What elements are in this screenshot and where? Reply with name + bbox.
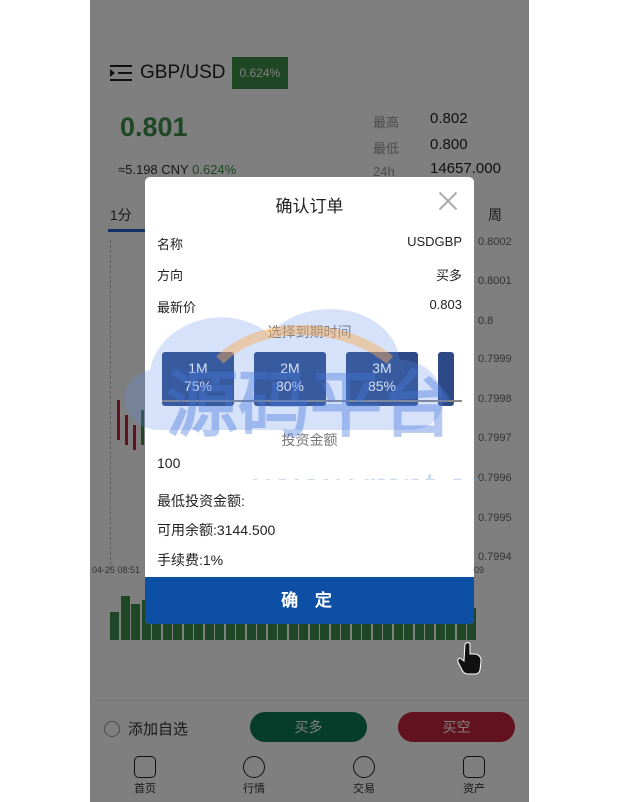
option-rate: 85% (367, 378, 397, 394)
row-direction-label: 方向 (157, 268, 184, 283)
row-direction-value: 买多 (435, 268, 462, 283)
row-price-value: 0.803 (429, 297, 462, 312)
option-duration: 2M (280, 360, 300, 376)
row-price-label: 最新价 (157, 300, 197, 315)
expiry-options[interactable]: 1M 75% 2M 80% 3M 85% (162, 352, 474, 410)
close-icon[interactable] (438, 191, 458, 211)
row-name-label: 名称 (157, 237, 184, 252)
left-margin (0, 0, 90, 802)
amount-input[interactable]: 100 (157, 455, 180, 471)
expiry-option-2m[interactable]: 2M 80% (254, 352, 326, 406)
min-invest: 最低投资金额: (157, 493, 245, 509)
expiry-option-partial[interactable] (438, 352, 454, 406)
row-latest-price: 最新价 0.803 (157, 297, 462, 316)
options-scrollbar[interactable] (162, 400, 462, 402)
pointer-hand-icon (457, 642, 482, 675)
fee: 手续费:1% (157, 552, 224, 568)
option-rate: 75% (183, 378, 213, 394)
amount-title: 投资金额 (281, 432, 338, 448)
option-duration: 1M (188, 360, 208, 376)
confirm-order-modal: 确认订单 名称 USDGBP 方向 买多 最新价 0.803 选择到期时间 1M… (145, 177, 474, 624)
modal-title: 确认订单 (275, 197, 344, 216)
confirm-button[interactable]: 确 定 (145, 577, 474, 624)
row-name-value: USDGBP (407, 234, 462, 249)
row-direction: 方向 买多 (157, 265, 462, 284)
available-balance: 可用余额:3144.500 (157, 522, 276, 538)
expiry-title: 选择到期时间 (267, 324, 352, 340)
row-name: 名称 USDGBP (157, 234, 462, 253)
right-margin (529, 0, 619, 802)
phone-screen: GBP/USD 0.624% 0.801 ≈5.198 CNY 0.624% 最… (90, 0, 529, 802)
option-rate: 80% (275, 378, 305, 394)
expiry-option-1m[interactable]: 1M 75% (162, 352, 234, 406)
expiry-option-3m[interactable]: 3M 85% (346, 352, 418, 406)
option-duration: 3M (372, 360, 392, 376)
